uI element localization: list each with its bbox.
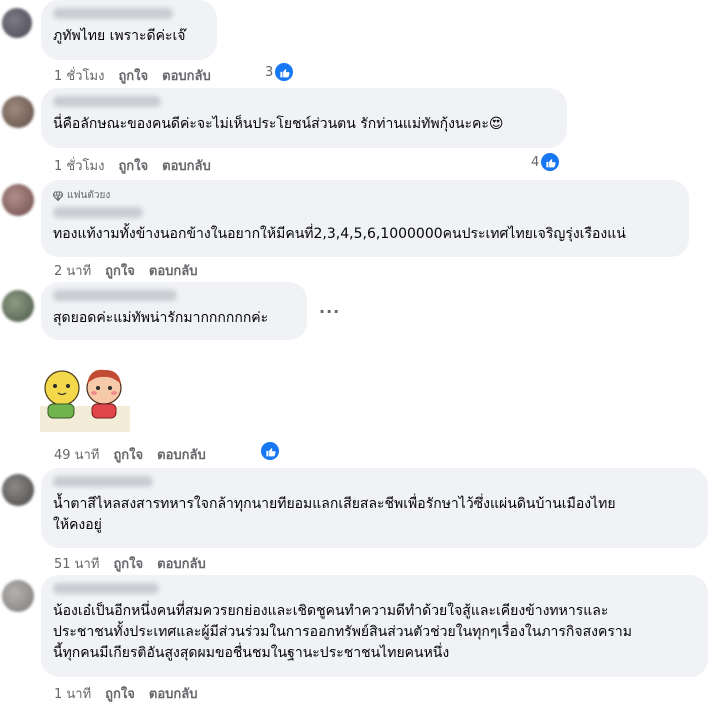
commenter-name-blurred[interactable]	[53, 96, 161, 107]
avatar[interactable]	[2, 290, 34, 322]
comment-time[interactable]: 1 ชั่วโมง	[54, 155, 104, 176]
like-action[interactable]: ถูกใจ	[105, 683, 135, 704]
comment-actions: 1 นาที ถูกใจ ตอบกลับ	[54, 683, 197, 704]
comment-text: ภูทัพไทย เพราะดีค่ะเจ๊	[53, 28, 186, 44]
commenter-name-blurred[interactable]	[53, 290, 177, 301]
like-action[interactable]: ถูกใจ	[118, 65, 148, 86]
like-action[interactable]: ถูกใจ	[113, 553, 143, 574]
badge-label: แฟนตัวยง	[67, 190, 111, 201]
comment-text: น้ำตาสีไหลสงสารทหารใจกล้าทุกนายทียอมแลกเ…	[53, 496, 616, 533]
commenter-name-blurred[interactable]	[53, 476, 153, 487]
comment-actions: 49 นาที ถูกใจ ตอบกลับ	[54, 444, 206, 465]
commenter-name-blurred[interactable]	[53, 583, 159, 594]
reaction-count[interactable]	[261, 442, 279, 460]
comment-time[interactable]: 51 นาที	[54, 553, 99, 574]
avatar[interactable]	[2, 96, 34, 128]
sticker[interactable]	[40, 362, 130, 432]
commenter-name-blurred[interactable]	[53, 8, 173, 19]
comment-time[interactable]: 1 ชั่วโมง	[54, 65, 104, 86]
comment-text: น้องเอ๋เป็นอีกหนึ่งคนที่สมควรยกย่องและเช…	[53, 603, 632, 661]
comment-actions: 1 ชั่วโมง ถูกใจ ตอบกลับ	[54, 65, 211, 86]
like-action[interactable]: ถูกใจ	[113, 444, 143, 465]
comment-bubble: สุดยอดค่ะแม่ทัพน่ารักมากกกกกกค่ะ	[41, 282, 307, 340]
comment-time[interactable]: 49 นาที	[54, 444, 99, 465]
comment-actions: 2 นาที ถูกใจ ตอบกลับ	[54, 260, 197, 281]
reply-action[interactable]: ตอบกลับ	[157, 553, 206, 574]
reply-action[interactable]: ตอบกลับ	[149, 683, 198, 704]
comment-actions: 1 ชั่วโมง ถูกใจ ตอบกลับ	[54, 155, 211, 176]
reaction-count[interactable]: 4	[531, 153, 560, 171]
like-icon	[275, 63, 294, 81]
reply-action[interactable]: ตอบกลับ	[149, 260, 198, 281]
comment-time[interactable]: 2 นาที	[54, 260, 91, 281]
more-options-icon[interactable]: ...	[319, 298, 340, 317]
avatar[interactable]	[2, 474, 34, 506]
reaction-count[interactable]: 3	[265, 63, 294, 81]
reaction-number: 4	[531, 154, 540, 170]
reaction-number: 3	[265, 64, 274, 80]
diamond-icon	[53, 190, 63, 201]
comment-actions: 51 นาที ถูกใจ ตอบกลับ	[54, 553, 206, 574]
like-action[interactable]: ถูกใจ	[118, 155, 148, 176]
comment-bubble: ภูทัพไทย เพราะดีค่ะเจ๊	[41, 0, 217, 60]
comment-bubble: แฟนตัวยง ทองแท้งามทั้งข้างนอกข้างในอยากใ…	[41, 180, 689, 257]
comment-text: ทองแท้งามทั้งข้างนอกข้างในอยากให้มีคนที่…	[53, 226, 626, 242]
like-action[interactable]: ถูกใจ	[105, 260, 135, 281]
comment-bubble: นี่คือลักษณะของคนดีค่ะจะไม่เห็นประโยชน์ส…	[41, 88, 567, 148]
commenter-name-blurred[interactable]	[53, 207, 143, 218]
avatar[interactable]	[2, 580, 34, 612]
comment-text: นี่คือลักษณะของคนดีค่ะจะไม่เห็นประโยชน์ส…	[53, 116, 504, 132]
like-icon	[261, 442, 279, 460]
avatar[interactable]	[2, 184, 34, 216]
top-fan-badge: แฟนตัวยง	[53, 188, 677, 203]
comment-bubble: น้ำตาสีไหลสงสารทหารใจกล้าทุกนายทียอมแลกเ…	[41, 468, 708, 548]
avatar[interactable]	[2, 8, 32, 38]
comment-text: สุดยอดค่ะแม่ทัพน่ารักมากกกกกกค่ะ	[53, 310, 269, 326]
reply-action[interactable]: ตอบกลับ	[162, 155, 211, 176]
comment-time[interactable]: 1 นาที	[54, 683, 91, 704]
comment-bubble: น้องเอ๋เป็นอีกหนึ่งคนที่สมควรยกย่องและเช…	[41, 575, 708, 677]
reply-action[interactable]: ตอบกลับ	[157, 444, 206, 465]
reply-action[interactable]: ตอบกลับ	[162, 65, 211, 86]
like-icon	[541, 153, 560, 171]
